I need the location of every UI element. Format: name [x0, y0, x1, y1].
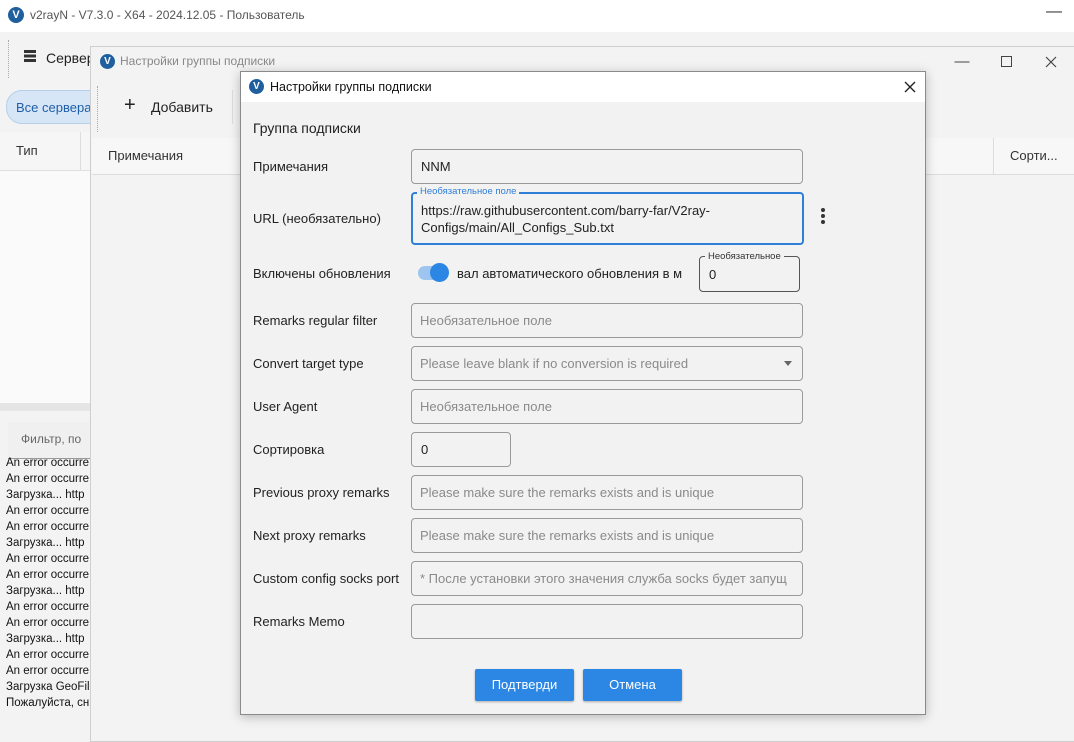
socks-port-label: Custom config socks port: [253, 571, 399, 586]
cancel-button[interactable]: Отмена: [583, 669, 682, 701]
app-logo-icon: V: [249, 79, 264, 94]
convert-target-placeholder: Please leave blank if no conversion is r…: [420, 356, 689, 371]
toggle-knob: [430, 263, 449, 282]
log-line: An error occurre: [6, 505, 90, 517]
remarks-value: NNM: [421, 159, 451, 174]
log-line: An error occurre: [6, 473, 90, 485]
group-window-title: Настройки группы подписки: [120, 54, 276, 68]
socks-port-input[interactable]: * После установки этого значения служба …: [411, 561, 803, 596]
log-line: An error occurre: [6, 601, 90, 613]
plus-icon: +: [124, 94, 136, 116]
update-interval-floating-hint: Необязательное: [705, 251, 784, 262]
log-line: An error occurre: [6, 521, 90, 533]
log-line: An error occurre: [6, 665, 90, 677]
close-icon: [904, 81, 916, 93]
app-logo-icon: V: [100, 54, 115, 69]
convert-target-select[interactable]: Please leave blank if no conversion is r…: [411, 346, 803, 381]
section-title: Группа подписки: [253, 120, 361, 136]
remarks-label: Примечания: [253, 159, 329, 174]
log-line: Загрузка... http: [6, 489, 85, 501]
log-line: Пожалуйста, сн: [6, 697, 90, 709]
user-agent-placeholder: Необязательное поле: [420, 399, 552, 414]
url-label: URL (необязательно): [253, 211, 381, 226]
all-servers-tab-label: Все сервера: [16, 100, 92, 115]
log-line: An error occurre: [6, 569, 90, 581]
chevron-down-icon: [784, 361, 792, 366]
sort-label: Сортировка: [253, 442, 325, 457]
next-proxy-placeholder: Please make sure the remarks exists and …: [420, 528, 715, 543]
log-line: Загрузка GeoFile: [6, 681, 92, 693]
column-divider: [993, 138, 994, 174]
log-line: Загрузка... http: [6, 633, 85, 645]
url-floating-hint: Необязательное поле: [417, 186, 520, 197]
log-list: An error occurre An error occurre Загруз…: [6, 455, 92, 711]
next-proxy-input[interactable]: Please make sure the remarks exists and …: [411, 518, 803, 553]
panel-splitter[interactable]: [0, 403, 92, 411]
memo-input[interactable]: [411, 604, 803, 639]
url-value: https://raw.githubusercontent.com/barry-…: [421, 203, 711, 235]
toolbar-grip: [8, 40, 10, 78]
app-logo-icon: V: [8, 7, 24, 23]
maximize-button[interactable]: [996, 52, 1016, 72]
dialog-title: Настройки группы подписки: [270, 80, 432, 94]
sort-value: 0: [421, 442, 429, 457]
close-icon: [1045, 56, 1057, 68]
socks-port-placeholder: * После установки этого значения служба …: [420, 571, 787, 586]
auto-update-label: Включены обновления: [253, 266, 391, 281]
convert-target-label: Convert target type: [253, 356, 364, 371]
log-line: Загрузка... http: [6, 537, 85, 549]
remarks-input[interactable]: NNM: [411, 149, 803, 184]
log-line: An error occurre: [6, 553, 90, 565]
minimize-button[interactable]: —: [952, 52, 972, 72]
maximize-icon: [1000, 56, 1012, 67]
user-agent-input[interactable]: Необязательное поле: [411, 389, 803, 424]
toolbar-grip: [97, 86, 99, 132]
remarks-filter-placeholder: Необязательное поле: [420, 313, 552, 328]
confirm-button[interactable]: Подтверди: [475, 669, 574, 701]
log-line: An error occurre: [6, 649, 90, 661]
log-line: An error occurre: [6, 457, 90, 469]
column-header-sort[interactable]: Сорти...: [1010, 148, 1058, 163]
close-button[interactable]: [1041, 52, 1061, 72]
prev-proxy-input[interactable]: Please make sure the remarks exists and …: [411, 475, 803, 510]
toolbar-separator: [232, 90, 233, 124]
remarks-filter-input[interactable]: Необязательное поле: [411, 303, 803, 338]
sort-input[interactable]: 0: [411, 432, 511, 467]
column-header-remarks[interactable]: Примечания: [108, 148, 183, 163]
memo-value: [412, 605, 802, 614]
dialog-close-button[interactable]: [900, 77, 920, 97]
minimize-button[interactable]: —: [1044, 3, 1064, 27]
remarks-filter-label: Remarks regular filter: [253, 313, 378, 328]
servers-icon: [24, 50, 36, 62]
servers-grid-header: [0, 132, 92, 171]
log-filter-placeholder: Фильтр, по: [21, 432, 82, 446]
update-interval-label: вал автоматического обновления в м: [457, 266, 683, 281]
user-agent-label: User Agent: [253, 399, 318, 414]
next-proxy-label: Next proxy remarks: [253, 528, 366, 543]
servers-menu-button[interactable]: Сервер: [46, 50, 95, 66]
main-window-title: v2rayN - V7.3.0 - X64 - 2024.12.05 - Пол…: [30, 8, 305, 22]
log-line: An error occurre: [6, 617, 90, 629]
log-line: Загрузка... http: [6, 585, 85, 597]
prev-proxy-label: Previous proxy remarks: [253, 485, 390, 500]
servers-grid-body: [0, 171, 93, 403]
prev-proxy-placeholder: Please make sure the remarks exists and …: [420, 485, 715, 500]
column-header-type[interactable]: Тип: [16, 143, 38, 158]
memo-label: Remarks Memo: [253, 614, 345, 629]
add-button-label: Добавить: [151, 99, 213, 115]
column-divider: [80, 132, 81, 170]
more-options-icon[interactable]: [818, 208, 828, 228]
